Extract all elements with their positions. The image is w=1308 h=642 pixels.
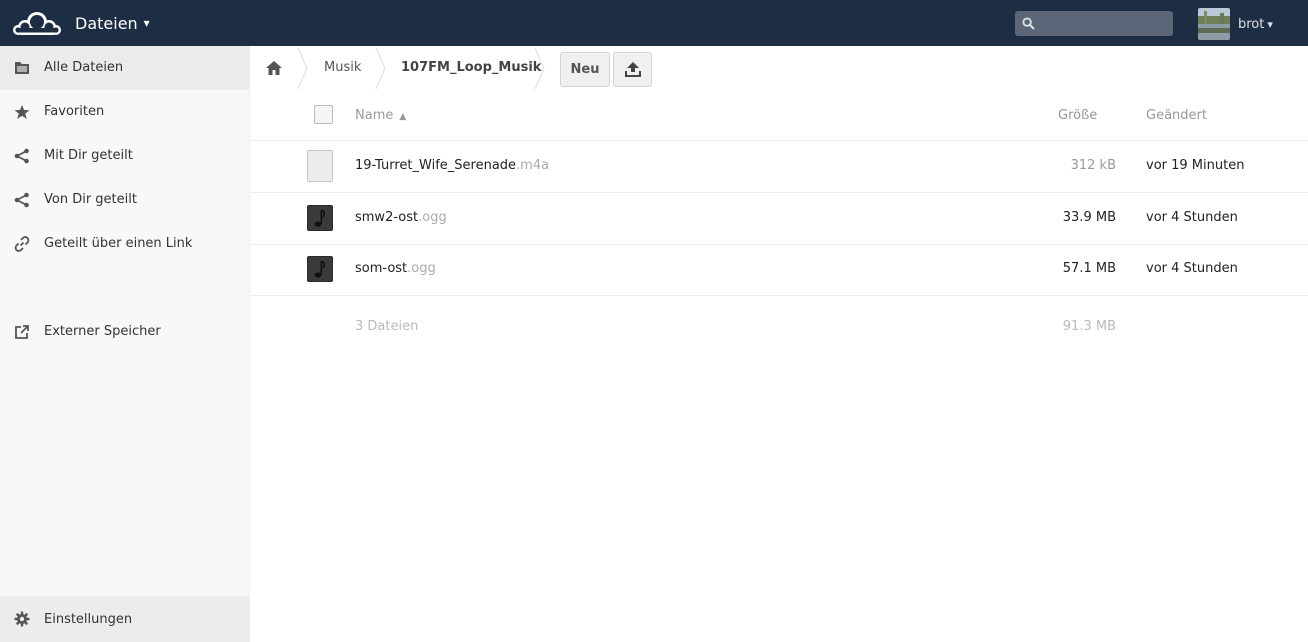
breadcrumb-separator-icon [375,47,386,90]
sidebar-item-label: Mit Dir geteilt [44,148,133,163]
home-icon[interactable] [265,59,283,77]
settings-button[interactable]: Einstellungen [0,596,249,642]
breadcrumb-separator-icon [534,47,545,90]
settings-label: Einstellungen [44,612,133,627]
file-count: 3 Dateien [355,319,419,334]
file-size: 33.9 MB [1062,210,1116,225]
total-size: 91.3 MB [1062,319,1116,334]
table-row[interactable]: som-ost.ogg 57.1 MB vor 4 Stunden [250,244,1308,296]
breadcrumb-separator-icon [297,47,308,90]
sidebar-item-shared-by-link[interactable]: Geteilt über einen Link [0,222,249,266]
file-name[interactable]: 19-Turret_Wife_Serenade.m4a [355,158,549,173]
file-modified: vor 4 Stunden [1146,210,1238,225]
file-name[interactable]: som-ost.ogg [355,261,436,276]
user-menu-caret-icon: ▾ [1267,17,1273,31]
search-icon [1022,17,1035,30]
column-header-name[interactable]: Name ▲ [355,108,406,123]
sidebar-item-label: Geteilt über einen Link [44,236,193,251]
file-extension: .ogg [418,210,447,225]
share-icon [14,148,29,164]
user-name: brot [1238,16,1265,32]
sidebar-item-label: Alle Dateien [44,60,124,75]
file-size: 57.1 MB [1062,261,1116,276]
music-file-icon [307,256,333,282]
file-modified: vor 4 Stunden [1146,261,1238,276]
app-name: Dateien [75,13,138,33]
sidebar-item-shared-by-you[interactable]: Von Dir geteilt [0,178,249,222]
sidebar-item-label: Von Dir geteilt [44,192,137,207]
sidebar-item-label: Favoriten [44,104,105,119]
new-button[interactable]: Neu [560,52,610,87]
sidebar-item-shared-with-you[interactable]: Mit Dir geteilt [0,134,249,178]
sidebar-item-favorites[interactable]: Favoriten [0,90,249,134]
owncloud-logo[interactable] [11,8,63,38]
star-icon [14,105,30,119]
file-basename: smw2-ost [355,210,419,225]
sort-ascending-icon: ▲ [399,112,407,122]
app-menu-caret-icon: ▾ [143,16,150,30]
music-file-icon [307,205,333,231]
sidebar-item-label: Externer Speicher [44,324,161,339]
upload-icon [625,62,641,77]
file-table-header: Name ▲ Größe Geändert [250,91,1308,141]
search-input[interactable] [1015,11,1173,36]
table-row[interactable]: 19-Turret_Wife_Serenade.m4a 312 kB vor 1… [250,141,1308,193]
file-icon [307,150,333,182]
file-extension: .m4a [516,158,550,173]
app-menu[interactable]: Dateien ▾ [75,0,150,46]
file-name[interactable]: smw2-ost.ogg [355,210,447,225]
upload-button[interactable] [613,52,652,87]
file-extension: .ogg [407,261,436,276]
link-icon [14,236,30,252]
column-header-name-label: Name [355,108,394,123]
controls-bar: Musik 107FM_Loop_Musik Neu [250,46,1308,91]
search-box [1015,11,1173,36]
breadcrumb-item-musik[interactable]: Musik [324,60,361,75]
sidebar-item-all-files[interactable]: Alle Dateien [0,46,249,90]
file-modified: vor 19 Minuten [1146,158,1245,173]
file-basename: som-ost [355,261,408,276]
select-all-checkbox[interactable] [314,105,333,124]
sidebar-item-external-storage[interactable]: Externer Speicher [0,310,249,354]
file-summary: 3 Dateien 91.3 MB [250,296,1308,346]
avatar [1198,8,1230,40]
file-size: 312 kB [1070,158,1116,173]
user-menu[interactable]: brot ▾ [1198,8,1273,40]
external-storage-icon [15,325,29,339]
column-header-modified[interactable]: Geändert [1146,108,1207,123]
breadcrumb-item-current-folder[interactable]: 107FM_Loop_Musik [401,60,541,75]
share-icon [14,192,29,208]
folder-icon [15,62,29,74]
column-header-size[interactable]: Größe [1058,108,1097,123]
top-header: Dateien ▾ brot ▾ [0,0,1308,46]
sidebar: Alle Dateien Favoriten Mit Dir geteilt V… [0,46,250,642]
gear-icon [14,611,30,627]
file-basename: 19-Turret_Wife_Serenade [355,158,517,173]
table-row[interactable]: smw2-ost.ogg 33.9 MB vor 4 Stunden [250,193,1308,245]
